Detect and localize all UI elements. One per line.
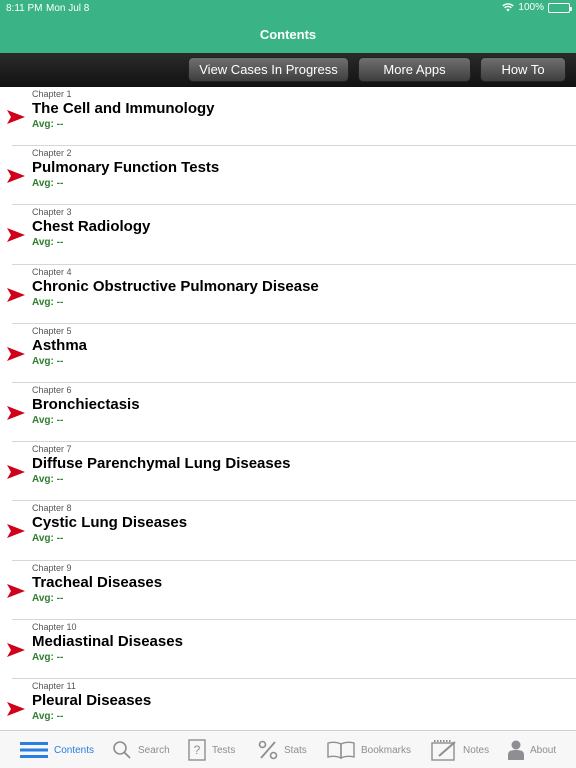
- tab-contents[interactable]: Contents: [20, 731, 94, 768]
- chapter-title: Chronic Obstructive Pulmonary Disease: [32, 277, 319, 295]
- chapter-row[interactable]: Chapter 10 Mediastinal Diseases Avg: --: [7, 620, 576, 679]
- chapter-title: Tracheal Diseases: [32, 573, 163, 591]
- chapter-row[interactable]: Chapter 9 Tracheal Diseases Avg: --: [7, 561, 576, 620]
- chapter-row[interactable]: Chapter 6 Bronchiectasis Avg: --: [7, 383, 576, 443]
- tab-label: About: [530, 744, 557, 756]
- red-arrow-icon: [7, 701, 25, 716]
- chapter-number: Chapter 7: [32, 444, 72, 455]
- list-icon: [20, 742, 48, 758]
- chapter-row[interactable]: Chapter 11 Pleural Diseases Avg: --: [7, 679, 576, 730]
- more-apps-button[interactable]: More Apps: [358, 57, 471, 82]
- chapter-list: Chapter 1 The Cell and Immunology Avg: -- C…: [0, 87, 576, 730]
- tab-about[interactable]: About: [508, 731, 556, 768]
- chapter-title: Pulmonary Function Tests: [32, 159, 220, 177]
- chapter-title: Bronchiectasis: [32, 395, 140, 413]
- chapter-average: Avg: --: [32, 119, 64, 130]
- tab-search[interactable]: Search: [112, 731, 170, 768]
- chapter-row[interactable]: Chapter 2 Pulmonary Function Tests Avg: --: [7, 146, 576, 206]
- tab-label: Stats: [284, 744, 307, 756]
- chapter-row[interactable]: Chapter 8 Cystic Lung Diseases Avg: --: [7, 501, 576, 561]
- chapter-number: Chapter 2: [32, 148, 72, 159]
- red-arrow-icon: [7, 110, 25, 124]
- chapter-title: Asthma: [32, 336, 88, 354]
- percent-icon: [258, 740, 278, 760]
- how-to-button[interactable]: How To: [480, 57, 566, 82]
- red-arrow-icon: [7, 524, 25, 539]
- chapter-title: The Cell and Immunology: [32, 100, 215, 117]
- top-bar: 8:11 PM Mon Jul 8 100% Contents: [0, 0, 576, 53]
- chapter-title: Cystic Lung Diseases: [32, 514, 188, 532]
- red-arrow-icon: [7, 287, 25, 302]
- chapter-average: Avg: --: [32, 651, 64, 663]
- chapter-average: Avg: --: [32, 592, 64, 604]
- chapter-number: Chapter 9: [32, 562, 72, 573]
- chapter-number: Chapter 11: [32, 680, 76, 691]
- red-arrow-icon: [7, 346, 25, 361]
- chapter-title: Chest Radiology: [32, 218, 151, 236]
- red-arrow-icon: [7, 465, 25, 480]
- chapter-average: Avg: --: [32, 237, 64, 249]
- chapter-average: Avg: --: [32, 533, 64, 545]
- status-bar: 8:11 PM Mon Jul 8 100%: [0, 0, 576, 16]
- tab-stats[interactable]: Stats: [258, 731, 307, 768]
- battery-icon: [548, 2, 572, 13]
- chapter-title: Diffuse Parenchymal Lung Diseases: [32, 455, 291, 473]
- status-date: Mon Jul 8: [46, 3, 90, 14]
- chapter-row[interactable]: Chapter 4 Chronic Obstructive Pulmonary D…: [7, 265, 576, 324]
- red-arrow-icon: [7, 228, 25, 243]
- chapter-number: Chapter 10: [32, 621, 77, 632]
- chapter-row[interactable]: Chapter 3 Chest Radiology Avg: --: [7, 205, 576, 265]
- chapter-number: Chapter 8: [32, 503, 72, 514]
- chapter-row[interactable]: Chapter 1 The Cell and Immunology Avg: --: [7, 87, 576, 147]
- tab-label: Contents: [54, 744, 95, 756]
- tab-label: Bookmarks: [361, 744, 412, 756]
- search-icon: [113, 741, 131, 759]
- status-time: 8:11 PM: [6, 3, 43, 14]
- chapter-title: Pleural Diseases: [32, 691, 152, 709]
- chapter-average: Avg: --: [32, 414, 64, 426]
- chapter-title: Mediastinal Diseases: [32, 632, 183, 650]
- tab-tests[interactable]: ? Tests: [188, 731, 235, 768]
- question-icon: ?: [188, 739, 206, 761]
- notes-icon: [431, 740, 456, 761]
- view-cases-button[interactable]: View Cases In Progress: [188, 57, 349, 82]
- chapter-number: Chapter 6: [32, 384, 72, 395]
- tab-bookmarks[interactable]: Bookmarks: [327, 731, 411, 768]
- chapter-average: Avg: --: [32, 178, 64, 190]
- svg-text:?: ?: [194, 743, 201, 757]
- status-right: 100%: [502, 2, 572, 13]
- book-icon: [327, 741, 355, 759]
- battery-percent: 100%: [518, 2, 544, 13]
- chapter-row[interactable]: Chapter 7 Diffuse Parenchymal Lung Diseas…: [7, 442, 576, 502]
- tab-notes[interactable]: Notes: [431, 731, 489, 768]
- tab-bar: Contents Search ? Tests Stats Bookmarks: [0, 730, 576, 768]
- tab-label: Notes: [463, 744, 490, 756]
- chapter-average: Avg: --: [32, 296, 64, 308]
- chapter-number: Chapter 1: [32, 89, 72, 99]
- chapter-number: Chapter 5: [32, 325, 72, 336]
- toolbar: View Cases In Progress More Apps How To: [0, 53, 576, 87]
- person-icon: [508, 740, 524, 760]
- chapter-average: Avg: --: [32, 710, 64, 722]
- red-arrow-icon: [7, 583, 25, 598]
- chapter-average: Avg: --: [32, 474, 64, 486]
- red-arrow-icon: [7, 405, 25, 420]
- chapter-average: Avg: --: [32, 355, 64, 367]
- tab-label: Search: [138, 744, 170, 756]
- red-arrow-icon: [7, 642, 25, 657]
- tab-label: Tests: [212, 744, 236, 756]
- red-arrow-icon: [7, 169, 25, 184]
- page-title: Contents: [259, 27, 317, 42]
- chapter-number: Chapter 4: [32, 266, 72, 277]
- wifi-icon: [502, 3, 515, 12]
- chapter-number: Chapter 3: [32, 207, 72, 218]
- chapter-row[interactable]: Chapter 5 Asthma Avg: --: [7, 324, 576, 383]
